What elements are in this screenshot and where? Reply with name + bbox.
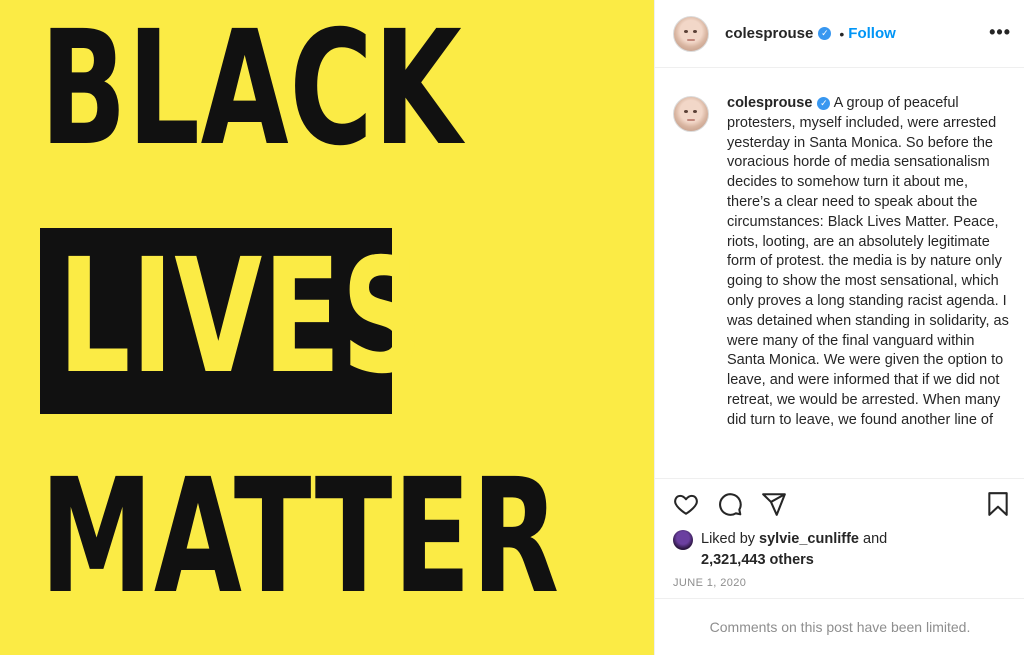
avatar-eye <box>684 110 688 113</box>
comments-limited-notice: Comments on this post have been limited. <box>655 598 1024 655</box>
caption-scroll-area[interactable]: colesprouse ✓ A group of peaceful protest… <box>655 68 1024 478</box>
avatar-eye <box>693 110 697 113</box>
likes-count-link[interactable]: 2,321,443 others <box>701 552 814 568</box>
author-username[interactable]: colesprouse <box>725 25 813 42</box>
image-text-black: BLACK <box>40 0 463 181</box>
heart-icon[interactable] <box>673 491 699 517</box>
avatar-eye <box>693 29 697 33</box>
likes-summary: Liked by sylvie_cunliffe and 2,321,443 o… <box>673 529 887 571</box>
post-date[interactable]: JUNE 1, 2020 <box>673 577 746 589</box>
liker-username[interactable]: sylvie_cunliffe <box>759 531 859 547</box>
avatar-eye <box>684 29 688 33</box>
header-separator: • <box>839 25 845 42</box>
caption-text: colesprouse ✓ A group of peaceful protest… <box>727 94 1013 431</box>
avatar-mouth <box>687 119 695 121</box>
caption-username[interactable]: colesprouse <box>727 95 812 111</box>
caption-author-avatar[interactable] <box>673 96 709 132</box>
image-text-matter: MATTER <box>40 445 560 629</box>
share-icon[interactable] <box>761 491 787 517</box>
caption-row: colesprouse ✓ A group of peaceful protest… <box>673 94 1013 431</box>
post-sidebar: colesprouse ✓ • Follow ••• colesprouse ✓ … <box>654 0 1024 655</box>
likes-prefix: Liked by <box>701 531 756 547</box>
image-text-lives: LIVES <box>58 225 425 409</box>
comment-icon[interactable] <box>717 491 743 517</box>
likes-text: Liked by sylvie_cunliffe and 2,321,443 o… <box>701 529 887 571</box>
verified-badge-icon: ✓ <box>818 27 832 40</box>
verified-badge-icon: ✓ <box>817 97 831 111</box>
avatar-mouth <box>687 38 695 41</box>
liker-avatar[interactable] <box>673 530 693 550</box>
post-header: colesprouse ✓ • Follow ••• <box>655 0 1024 68</box>
author-avatar[interactable] <box>673 15 709 52</box>
more-options-button[interactable]: ••• <box>989 22 1011 43</box>
post-actions: Liked by sylvie_cunliffe and 2,321,443 o… <box>655 478 1024 598</box>
likes-and: and <box>863 531 888 547</box>
caption-body: A group of peaceful protesters, myself i… <box>727 95 1009 428</box>
post-image[interactable]: BLACK LIVES MATTER <box>0 0 654 655</box>
bookmark-icon[interactable] <box>985 491 1011 517</box>
follow-button[interactable]: Follow <box>848 25 896 42</box>
